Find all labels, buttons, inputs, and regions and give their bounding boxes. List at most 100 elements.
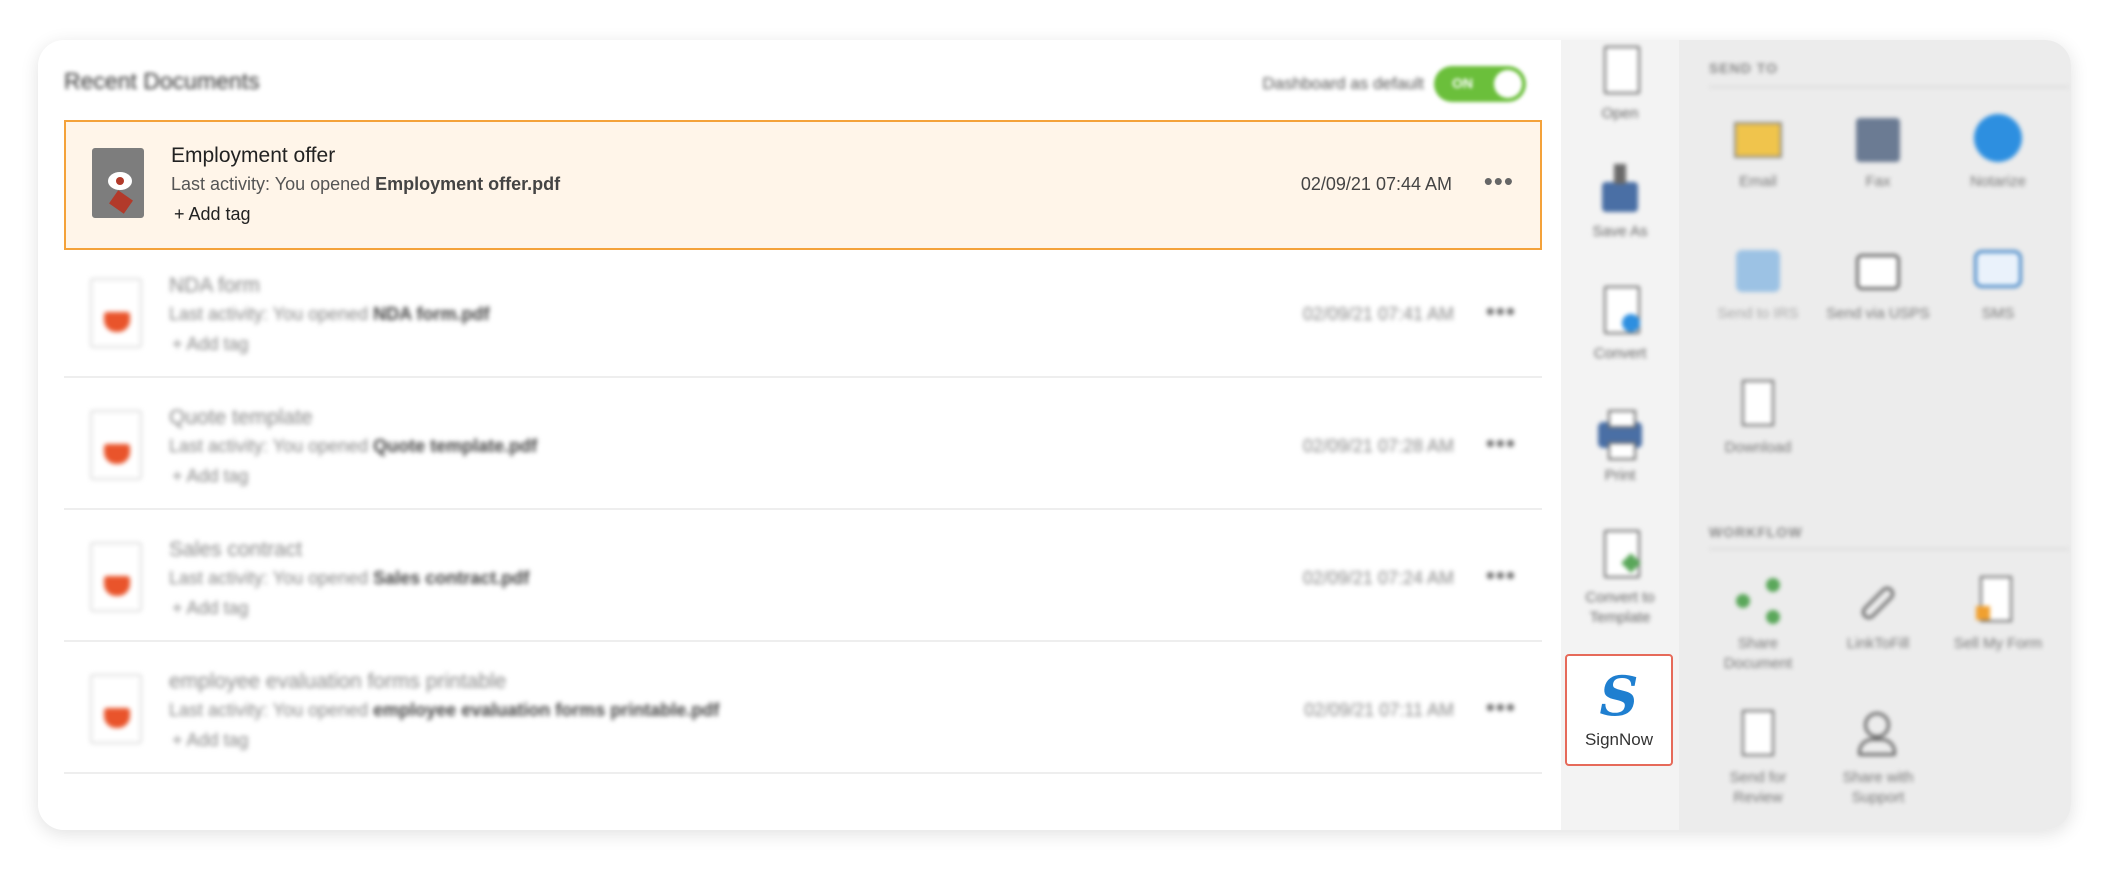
signnow-icon: S <box>1599 664 1639 728</box>
notarize-icon <box>1972 114 2024 164</box>
support-icon <box>1852 710 1904 760</box>
tool-label: Convert <box>1593 345 1647 362</box>
send-label: Email <box>1739 173 1777 190</box>
send-label: Share with Support <box>1842 769 1914 806</box>
dashboard-default-toggle[interactable]: ON <box>1434 66 1526 102</box>
docs-header: Recent Documents Dashboard as default ON <box>64 60 1544 106</box>
document-date: 02/09/21 07:11 AM <box>1304 700 1454 720</box>
document-date: 02/09/21 07:24 AM <box>1302 568 1454 588</box>
send-to-heading: SEND TO <box>1709 60 1778 76</box>
print-icon <box>1598 408 1642 460</box>
document-name[interactable]: NDA form <box>169 274 260 298</box>
document-date: 02/09/21 07:28 AM <box>1302 436 1454 456</box>
send-label: SMS <box>1981 305 2015 322</box>
email-icon <box>1732 114 1784 164</box>
page-title: Recent Documents <box>64 68 260 94</box>
document-name[interactable]: Sales contract <box>169 538 302 562</box>
send-label: Send via USPS <box>1826 305 1930 322</box>
send-label: Notarize <box>1970 173 2026 190</box>
share-icon <box>1732 576 1784 626</box>
divider <box>1709 548 2069 550</box>
send-to-irs-button[interactable]: Send to IRS <box>1703 246 1813 324</box>
download-icon <box>1732 380 1784 430</box>
open-button[interactable]: Open <box>1561 46 1679 124</box>
share-document-button[interactable]: Share Document <box>1703 576 1813 674</box>
open-icon <box>1598 46 1642 96</box>
document-name[interactable]: employee evaluation forms printable <box>169 670 506 694</box>
send-for-review-button[interactable]: Send for Review <box>1703 710 1813 808</box>
more-options-icon[interactable]: ••• <box>1486 692 1516 723</box>
document-activity: Last activity: You opened Employment off… <box>171 174 561 194</box>
tools-column: Open Save As Convert Print Convert to Te… <box>1561 40 1679 830</box>
document-activity: Last activity: You opened Sales contract… <box>169 568 530 588</box>
sms-icon <box>1972 246 2024 296</box>
document-row-employee-evaluation[interactable]: employee evaluation forms printable Last… <box>64 648 1542 774</box>
signnow-label: SignNow <box>1584 730 1654 749</box>
tool-label: Convert to Template <box>1585 589 1655 626</box>
print-button[interactable]: Print <box>1561 408 1679 486</box>
email-button[interactable]: Email <box>1703 114 1813 192</box>
document-row-nda-form[interactable]: NDA form Last activity: You opened NDA f… <box>64 252 1542 378</box>
save-as-icon <box>1598 164 1642 214</box>
save-as-button[interactable]: Save As <box>1561 164 1679 242</box>
pdf-file-icon <box>90 674 142 744</box>
document-row-employment-offer[interactable]: Employment offer Last activity: You open… <box>64 120 1542 250</box>
more-options-icon[interactable]: ••• <box>1486 560 1516 591</box>
document-row-quote-template[interactable]: Quote template Last activity: You opened… <box>64 384 1542 510</box>
pdf-file-icon <box>90 278 142 348</box>
pdf-file-icon <box>90 410 142 480</box>
document-activity: Last activity: You opened employee evalu… <box>169 700 720 720</box>
document-activity: Last activity: You opened Quote template… <box>169 436 538 456</box>
signnow-button[interactable]: S SignNow <box>1565 654 1673 766</box>
send-label: Fax <box>1865 173 1891 190</box>
download-button[interactable]: Download <box>1703 380 1813 458</box>
send-label: Send for Review <box>1729 769 1787 806</box>
linktofill-button[interactable]: LinkToFill <box>1823 576 1933 654</box>
toggle-state: ON <box>1452 75 1473 91</box>
add-tag-button[interactable]: + Add tag <box>172 730 249 751</box>
convert-icon <box>1598 286 1642 336</box>
more-options-icon[interactable]: ••• <box>1484 166 1514 197</box>
workflow-heading: WORKFLOW <box>1709 524 1803 540</box>
sms-button[interactable]: SMS <box>1943 246 2053 324</box>
add-tag-button[interactable]: + Add tag <box>172 466 249 487</box>
fax-icon <box>1852 114 1904 164</box>
send-panel: SEND TO Email Fax Notarize Send to IRS S… <box>1679 40 2071 830</box>
document-date: 02/09/21 07:41 AM <box>1302 304 1454 324</box>
more-options-icon[interactable]: ••• <box>1486 428 1516 459</box>
irs-icon <box>1732 246 1784 296</box>
send-label: Share Document <box>1723 635 1793 672</box>
send-label: Sell My Form <box>1953 635 2043 652</box>
pdf-file-icon <box>90 542 142 612</box>
share-with-support-button[interactable]: Share with Support <box>1823 710 1933 808</box>
document-name[interactable]: Employment offer <box>171 144 335 168</box>
more-options-icon[interactable]: ••• <box>1486 296 1516 327</box>
notarize-button[interactable]: Notarize <box>1943 114 2053 192</box>
tool-label: Print <box>1604 467 1636 484</box>
document-activity: Last activity: You opened NDA form.pdf <box>169 304 490 324</box>
convert-to-template-button[interactable]: Convert to Template <box>1561 530 1679 628</box>
document-name[interactable]: Quote template <box>169 406 313 430</box>
document-row-sales-contract[interactable]: Sales contract Last activity: You opened… <box>64 516 1542 642</box>
send-label: LinkToFill <box>1846 635 1910 652</box>
add-tag-button[interactable]: + Add tag <box>172 598 249 619</box>
toggle-knob <box>1494 70 1522 98</box>
divider <box>1709 86 2069 88</box>
add-tag-button[interactable]: + Add tag <box>172 334 249 355</box>
sell-my-form-button[interactable]: Sell My Form <box>1943 576 2053 654</box>
send-review-icon <box>1732 710 1784 760</box>
tool-label: Save As <box>1592 223 1648 240</box>
usps-icon <box>1852 246 1904 296</box>
convert-button[interactable]: Convert <box>1561 286 1679 364</box>
send-label: Download <box>1724 439 1792 456</box>
recent-documents-panel: Recent Documents Dashboard as default ON… <box>38 40 1561 830</box>
dashboard-default-label: Dashboard as default <box>1262 74 1424 93</box>
link-icon <box>1852 576 1904 626</box>
document-date: 02/09/21 07:44 AM <box>1300 174 1452 194</box>
document-thumbnail-icon <box>92 148 144 218</box>
send-via-usps-button[interactable]: Send via USPS <box>1823 246 1933 324</box>
convert-to-template-icon <box>1598 530 1642 580</box>
app-window: Recent Documents Dashboard as default ON… <box>38 40 2071 830</box>
add-tag-button[interactable]: + Add tag <box>174 204 251 225</box>
fax-button[interactable]: Fax <box>1823 114 1933 192</box>
